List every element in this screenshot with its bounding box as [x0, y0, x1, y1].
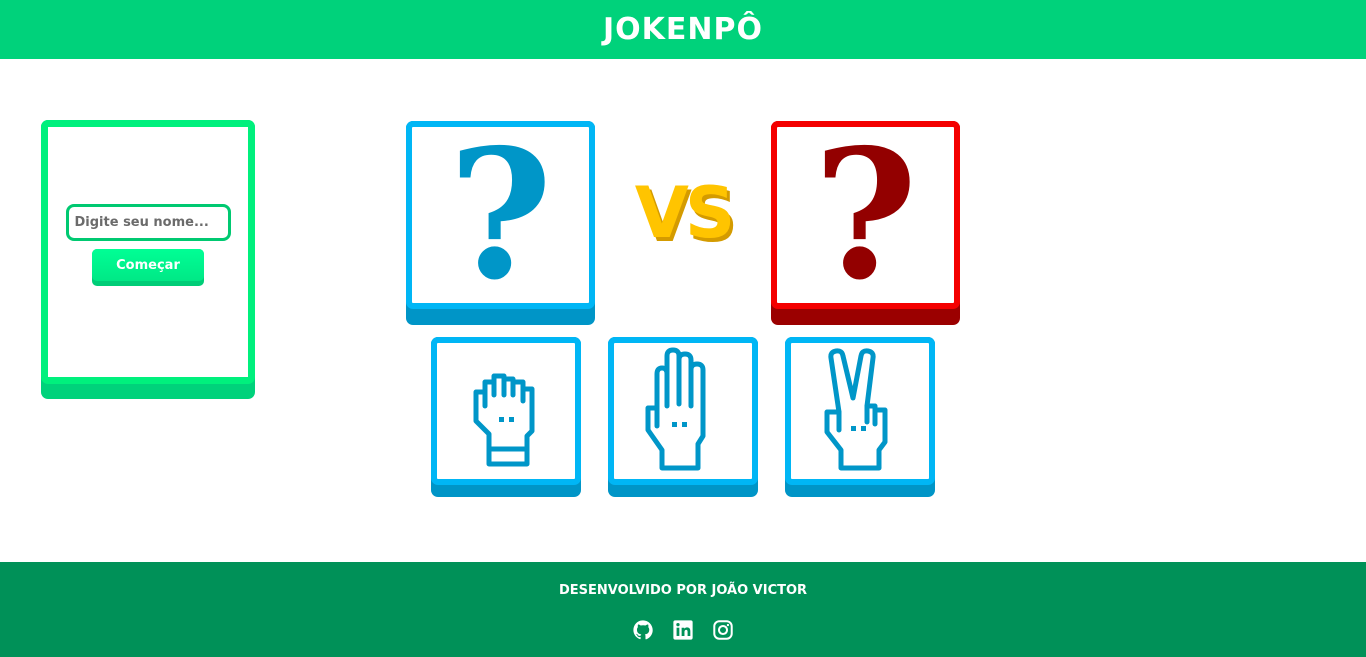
- cpu-question-mark: ?: [813, 110, 918, 319]
- player-name-input[interactable]: [65, 204, 231, 241]
- social-links: [0, 619, 1366, 641]
- player-choice-card: ?: [406, 121, 595, 325]
- page-footer: DESENVOLVIDO POR JOÃO VICTOR: [0, 562, 1366, 657]
- start-button-label: Começar: [92, 249, 204, 281]
- cpu-choice-card: ?: [771, 121, 960, 325]
- github-icon[interactable]: [632, 619, 654, 641]
- player-question-mark: ?: [448, 110, 553, 319]
- paper-hand-icon: [645, 347, 706, 471]
- versus-label: VS: [634, 172, 736, 254]
- scissors-choice-button[interactable]: [785, 337, 935, 497]
- app-header: JOKENPÔ: [0, 0, 1366, 59]
- page-title: JOKENPÔ: [602, 12, 763, 47]
- paper-choice-button[interactable]: [608, 337, 758, 497]
- rock-hand-icon: [473, 373, 535, 467]
- footer-credit: DESENVOLVIDO POR JOÃO VICTOR: [558, 583, 808, 598]
- player-name-card: Começar: [41, 120, 255, 399]
- scissors-hand-icon: [824, 348, 888, 471]
- rock-choice-button[interactable]: [431, 337, 581, 497]
- start-button[interactable]: Começar: [92, 249, 204, 286]
- linkedin-icon[interactable]: [672, 619, 694, 641]
- instagram-icon[interactable]: [712, 619, 734, 641]
